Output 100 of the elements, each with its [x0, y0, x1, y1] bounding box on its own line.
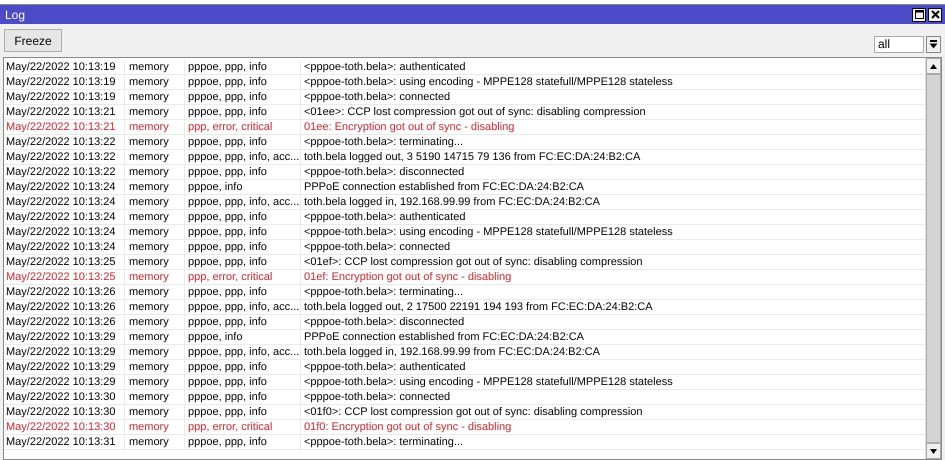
time-cell: May/22/2022 10:13:24: [4, 180, 125, 194]
time-cell: May/22/2022 10:13:19: [4, 75, 125, 89]
buffer-cell: memory: [125, 285, 185, 299]
time-cell: May/22/2022 10:13:25: [4, 255, 125, 269]
message-cell-text: PPPoE connection established from FC:EC:DA:24:B2:CA: [303, 330, 586, 344]
message-cell-text: <pppoe-toth.bela>: terminating...: [303, 135, 464, 149]
time-cell: May/22/2022 10:13:24: [4, 240, 125, 254]
topics-cell: pppoe, ppp, info: [185, 375, 301, 389]
time-cell: May/22/2022 10:13:26: [4, 285, 125, 299]
scroll-down-button[interactable]: [926, 443, 941, 459]
buffer-cell: memory: [125, 300, 185, 314]
time-cell: May/22/2022 10:13:29: [4, 345, 125, 359]
time-cell: May/22/2022 10:13:24: [4, 195, 125, 209]
scroll-up-button[interactable]: [926, 58, 941, 74]
topics-cell: pppoe, ppp, info: [185, 285, 301, 299]
message-cell-text: toth.bela logged out, 2 17500 22191 194 193 from FC:EC:DA:24:B2:CA: [303, 300, 654, 314]
maximize-button[interactable]: [912, 8, 926, 22]
message-cell-text: 01f0: Encryption got out of sync - disabling: [303, 420, 512, 434]
time-cell: May/22/2022 10:13:24: [4, 210, 125, 224]
time-cell: May/22/2022 10:13:24: [4, 225, 125, 239]
topics-cell: pppoe, ppp, info: [185, 390, 301, 404]
message-cell-text: <pppoe-toth.bela>: using encoding - MPPE128 statefull/MPPE128 stateless: [303, 225, 674, 239]
window-title: Log: [5, 8, 26, 22]
message-cell-text: <pppoe-toth.bela>: terminating...: [303, 435, 464, 449]
topics-cell: pppoe, ppp, info: [185, 255, 301, 269]
buffer-cell: memory: [125, 60, 185, 74]
message-cell-text: <pppoe-toth.bela>: terminating...: [303, 285, 464, 299]
buffer-cell: memory: [125, 150, 185, 164]
time-cell: May/22/2022 10:13:29: [4, 360, 125, 374]
buffer-cell: memory: [125, 330, 185, 344]
topics-cell: pppoe, ppp, info: [185, 435, 301, 449]
message-cell-text: <01f0>: CCP lost compression got out of sync: disabling compression: [303, 405, 644, 419]
topics-cell: pppoe, ppp, info: [185, 135, 301, 149]
time-cell: May/22/2022 10:13:29: [4, 375, 125, 389]
topics-cell: pppoe, ppp, info: [185, 315, 301, 329]
buffer-cell: memory: [125, 105, 185, 119]
message-cell-text: <pppoe-toth.bela>: using encoding - MPPE128 statefull/MPPE128 stateless: [303, 75, 674, 89]
time-cell: May/22/2022 10:13:26: [4, 300, 125, 314]
buffer-cell: memory: [125, 240, 185, 254]
time-cell: May/22/2022 10:13:30: [4, 405, 125, 419]
down-arrow-icon: [930, 448, 937, 454]
message-cell-text: <pppoe-toth.bela>: connected: [303, 240, 452, 254]
buffer-cell: memory: [125, 435, 185, 449]
up-arrow-icon: [930, 64, 937, 68]
message-cell-text: <01ef>: CCP lost compression got out of sync: disabling compression: [303, 255, 644, 269]
topics-cell: ppp, error, critical: [185, 120, 301, 134]
message-cell-text: <pppoe-toth.bela>: using encoding - MPPE128 statefull/MPPE128 stateless: [303, 375, 674, 389]
buffer-cell: memory: [125, 180, 185, 194]
message-cell-text: PPPoE connection established from FC:EC:DA:24:B2:CA: [303, 180, 586, 194]
topics-cell: pppoe, ppp, info: [185, 210, 301, 224]
message-cell-text: toth.bela logged out, 3 5190 14715 79 136 from FC:EC:DA:24:B2:CA: [303, 150, 642, 164]
freeze-button[interactable]: Freeze: [4, 29, 62, 52]
buffer-cell: memory: [125, 255, 185, 269]
time-cell: May/22/2022 10:13:21: [4, 120, 125, 134]
topics-cell: pppoe, ppp, info, acc...: [185, 300, 301, 314]
time-cell: May/22/2022 10:13:25: [4, 270, 125, 284]
message-cell-text: <pppoe-toth.bela>: authenticated: [303, 360, 466, 374]
buffer-cell: memory: [125, 375, 185, 389]
buffer-cell: memory: [125, 165, 185, 179]
time-cell: May/22/2022 10:13:19: [4, 60, 125, 74]
buffer-cell: memory: [125, 195, 185, 209]
buffer-cell: memory: [125, 405, 185, 419]
time-cell: May/22/2022 10:13:30: [4, 390, 125, 404]
buffer-cell: memory: [125, 90, 185, 104]
close-button[interactable]: [928, 8, 942, 22]
message-cell-text: <pppoe-toth.bela>: disconnected: [303, 165, 466, 179]
topics-cell: pppoe, ppp, info: [185, 90, 301, 104]
topics-cell: pppoe, ppp, info: [185, 105, 301, 119]
topics-cell: pppoe, ppp, info: [185, 405, 301, 419]
time-cell: May/22/2022 10:13:22: [4, 150, 125, 164]
filter-field[interactable]: all: [874, 36, 924, 52]
buffer-cell: memory: [125, 360, 185, 374]
message-cell-text: <pppoe-toth.bela>: authenticated: [303, 210, 466, 224]
dropdown-arrow-icon: [929, 40, 938, 48]
topics-cell: pppoe, ppp, info: [185, 360, 301, 374]
buffer-cell: memory: [125, 75, 185, 89]
message-cell-text: <pppoe-toth.bela>: connected: [303, 90, 452, 104]
buffer-cell: memory: [125, 135, 185, 149]
message-cell-text: <pppoe-toth.bela>: authenticated: [303, 60, 466, 74]
time-cell: May/22/2022 10:13:26: [4, 315, 125, 329]
topics-cell: pppoe, ppp, info: [185, 60, 301, 74]
dropdown-button[interactable]: [926, 36, 941, 52]
topics-cell: pppoe, info: [185, 180, 301, 194]
message-cell-text: <pppoe-toth.bela>: connected: [303, 390, 452, 404]
topics-cell: ppp, error, critical: [185, 270, 301, 284]
buffer-cell: memory: [125, 390, 185, 404]
message-cell-text: <01ee>: CCP lost compression got out of sync: disabling compression: [303, 105, 647, 119]
message-cell-text: 01ee: Encryption got out of sync - disabling: [303, 120, 516, 134]
time-cell: May/22/2022 10:13:22: [4, 135, 125, 149]
buffer-cell: memory: [125, 270, 185, 284]
buffer-cell: memory: [125, 120, 185, 134]
time-cell: May/22/2022 10:13:19: [4, 90, 125, 104]
time-cell: May/22/2022 10:13:30: [4, 420, 125, 434]
buffer-cell: memory: [125, 345, 185, 359]
buffer-cell: memory: [125, 420, 185, 434]
scrollbar[interactable]: [925, 58, 941, 459]
topics-cell: pppoe, ppp, info: [185, 225, 301, 239]
topics-cell: pppoe, ppp, info, acc...: [185, 345, 301, 359]
time-cell: May/22/2022 10:13:31: [4, 435, 125, 449]
message-cell-text: <pppoe-toth.bela>: disconnected: [303, 315, 466, 329]
